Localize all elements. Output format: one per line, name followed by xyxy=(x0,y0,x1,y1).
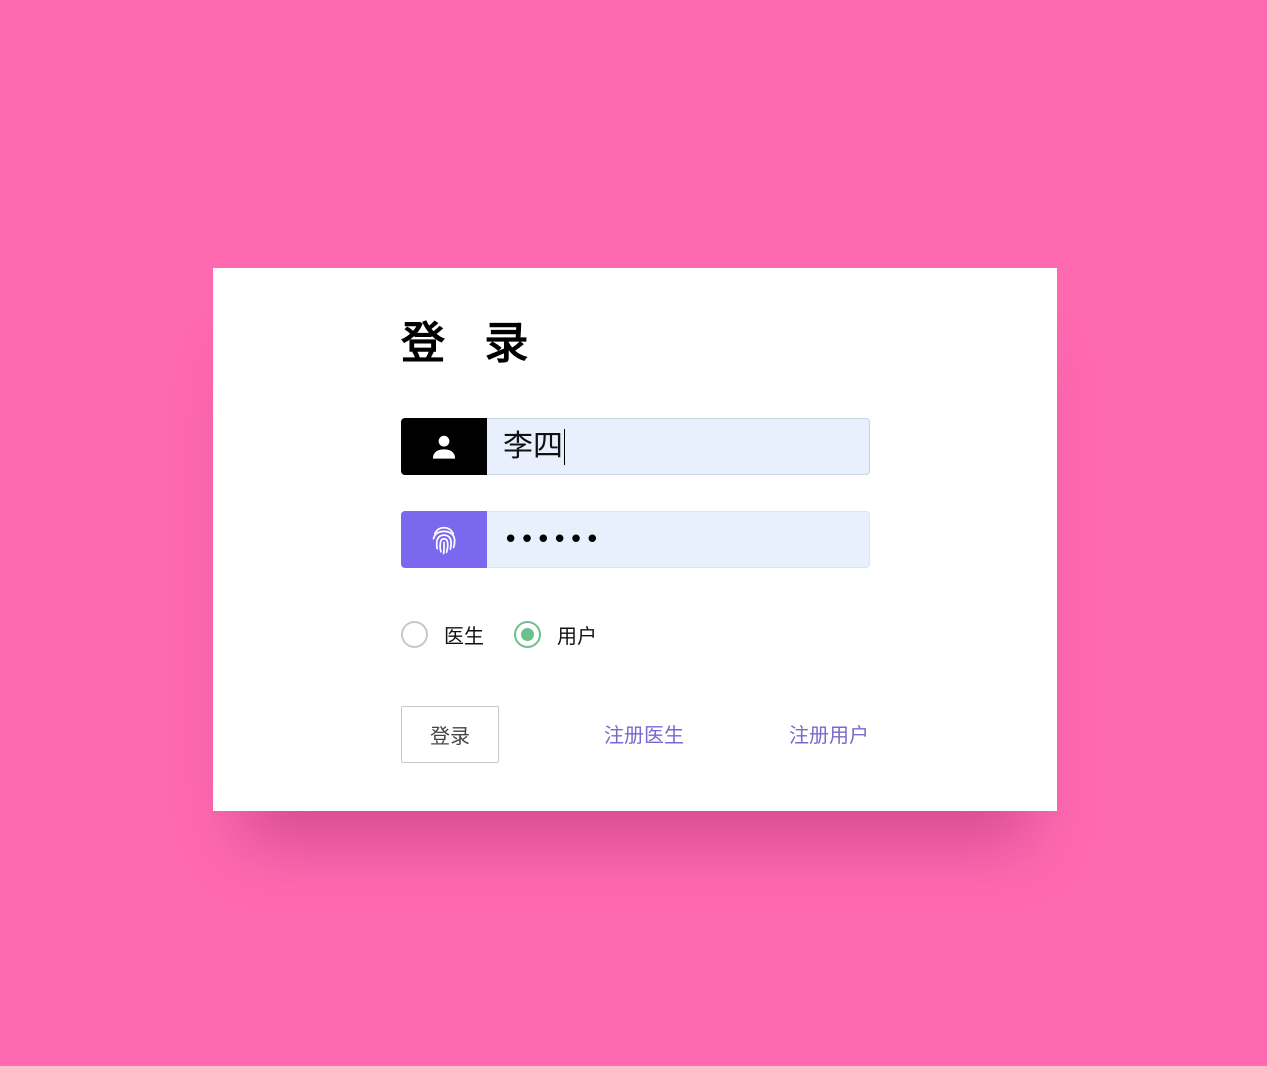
login-card: 登 录 李四 •••••• 医生 用户 登录 注册医生 注册用户 xyxy=(213,268,1057,811)
register-doctor-link[interactable]: 注册医生 xyxy=(604,720,684,750)
radio-user-label: 用户 xyxy=(557,623,597,648)
radio-doctor-label: 医生 xyxy=(444,623,484,648)
username-input[interactable]: 李四 xyxy=(487,418,870,475)
username-icon-box xyxy=(401,418,487,475)
password-value: •••••• xyxy=(503,524,602,555)
radio-doctor-circle[interactable] xyxy=(401,620,428,648)
register-user-link[interactable]: 注册用户 xyxy=(789,720,869,750)
role-radio-group: 医生 用户 xyxy=(401,618,627,650)
username-row: 李四 xyxy=(401,418,870,475)
password-icon-box xyxy=(401,511,487,568)
login-button[interactable]: 登录 xyxy=(401,706,499,763)
role-radio-user[interactable]: 用户 xyxy=(514,620,597,649)
password-row: •••••• xyxy=(401,511,870,568)
user-icon xyxy=(432,435,456,459)
role-radio-doctor[interactable]: 医生 xyxy=(401,620,484,649)
login-title: 登 录 xyxy=(401,318,541,369)
password-input[interactable]: •••••• xyxy=(487,511,870,568)
radio-user-circle[interactable] xyxy=(514,620,541,648)
radio-user-dot xyxy=(521,627,534,641)
fingerprint-icon xyxy=(432,526,456,554)
username-value: 李四 xyxy=(503,428,565,465)
